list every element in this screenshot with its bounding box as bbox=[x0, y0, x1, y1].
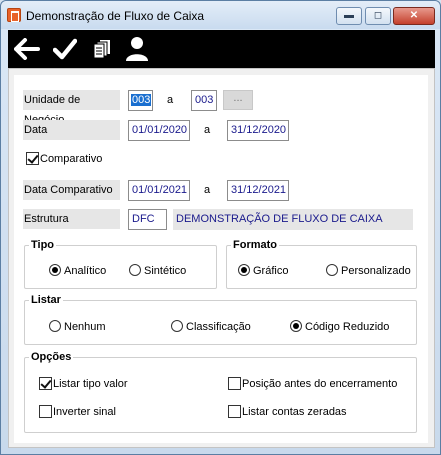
listar-classificacao-label: Classificação bbox=[186, 321, 251, 333]
estrutura-description: DEMONSTRAÇÃO DE FLUXO DE CAIXA bbox=[173, 209, 413, 230]
data-comparativo-label: Data Comparativo bbox=[23, 180, 120, 200]
data-between-label: a bbox=[204, 124, 211, 136]
listar-codigo-reduzido-label: Código Reduzido bbox=[305, 321, 390, 333]
formato-group: Formato Gráfico Personalizado bbox=[226, 238, 417, 289]
unidade-browse-button[interactable]: ... bbox=[223, 90, 253, 110]
listar-classificacao-radio[interactable] bbox=[171, 320, 183, 332]
formato-personalizado-radio[interactable] bbox=[326, 264, 338, 276]
listar-contas-zeradas-checkbox[interactable] bbox=[228, 405, 241, 418]
back-arrow-icon[interactable] bbox=[12, 34, 42, 64]
close-button[interactable]: ✕ bbox=[393, 7, 435, 25]
listar-tipo-valor-label: Listar tipo valor bbox=[53, 378, 128, 390]
opcoes-group-title: Opções bbox=[29, 350, 74, 364]
tipo-group: Tipo Analítico Sintético bbox=[24, 238, 217, 289]
tipo-sintetico-label: Sintético bbox=[144, 265, 187, 277]
unidade-from-input[interactable]: 003 bbox=[128, 90, 153, 111]
unidade-between-label: a bbox=[167, 94, 174, 106]
unidade-label: Unidade de Negócio bbox=[23, 90, 120, 126]
comparativo-checkbox[interactable] bbox=[26, 152, 39, 165]
check-icon[interactable] bbox=[50, 34, 80, 64]
inverter-sinal-checkbox[interactable] bbox=[39, 405, 52, 418]
listar-nenhum-label: Nenhum bbox=[64, 321, 106, 333]
tipo-group-title: Tipo bbox=[29, 238, 57, 252]
listar-tipo-valor-checkbox[interactable] bbox=[39, 377, 52, 390]
data-comparativo-to-input[interactable]: 31/12/2021 bbox=[227, 180, 289, 201]
listar-group-title: Listar bbox=[29, 293, 63, 307]
unidade-to-input[interactable]: 003 bbox=[191, 90, 217, 111]
listar-nenhum-radio[interactable] bbox=[49, 320, 61, 332]
opcoes-group: Opções Listar tipo valor Posição antes d… bbox=[24, 350, 417, 433]
maximize-button[interactable]: ◻ bbox=[365, 7, 391, 25]
title-bar[interactable]: Demonstração de Fluxo de Caixa ▬ ◻ ✕ bbox=[1, 1, 440, 29]
listar-codigo-reduzido-radio[interactable] bbox=[290, 320, 302, 332]
toolbar bbox=[8, 30, 435, 68]
minimize-button[interactable]: ▬ bbox=[336, 7, 362, 25]
estrutura-label: Estrutura bbox=[23, 209, 120, 229]
content-area: Unidade de Negócio 003 a 003 ... Data 01… bbox=[8, 68, 435, 448]
user-icon[interactable] bbox=[122, 34, 152, 64]
data-comparativo-from-input[interactable]: 01/01/2021 bbox=[128, 180, 190, 201]
comparativo-label: Comparativo bbox=[40, 153, 103, 165]
form-panel: Unidade de Negócio 003 a 003 ... Data 01… bbox=[14, 75, 428, 443]
tipo-sintetico-radio[interactable] bbox=[129, 264, 141, 276]
window-title: Demonstração de Fluxo de Caixa bbox=[26, 9, 205, 23]
formato-grafico-label: Gráfico bbox=[253, 265, 289, 277]
listar-contas-zeradas-label: Listar contas zeradas bbox=[242, 406, 347, 418]
data-comparativo-between-label: a bbox=[204, 184, 211, 196]
estrutura-code-input[interactable]: DFC bbox=[128, 209, 167, 230]
posicao-antes-label: Posição antes do encerramento bbox=[242, 378, 398, 390]
copy-icon[interactable] bbox=[87, 34, 117, 64]
tipo-analitico-radio[interactable] bbox=[49, 264, 61, 276]
tipo-analitico-label: Analítico bbox=[64, 265, 107, 277]
data-to-input[interactable]: 31/12/2020 bbox=[227, 120, 289, 141]
data-from-input[interactable]: 01/01/2020 bbox=[128, 120, 190, 141]
formato-grafico-radio[interactable] bbox=[238, 264, 250, 276]
listar-group: Listar Nenhum Classificação Código Reduz… bbox=[24, 293, 417, 345]
formato-group-title: Formato bbox=[231, 238, 279, 252]
main-window: Demonstração de Fluxo de Caixa ▬ ◻ ✕ Uni… bbox=[0, 0, 441, 455]
unidade-from-value: 003 bbox=[131, 94, 152, 106]
data-label: Data bbox=[23, 120, 120, 140]
inverter-sinal-label: Inverter sinal bbox=[53, 406, 116, 418]
posicao-antes-checkbox[interactable] bbox=[228, 377, 241, 390]
formato-personalizado-label: Personalizado bbox=[341, 265, 411, 277]
app-icon bbox=[7, 8, 21, 22]
